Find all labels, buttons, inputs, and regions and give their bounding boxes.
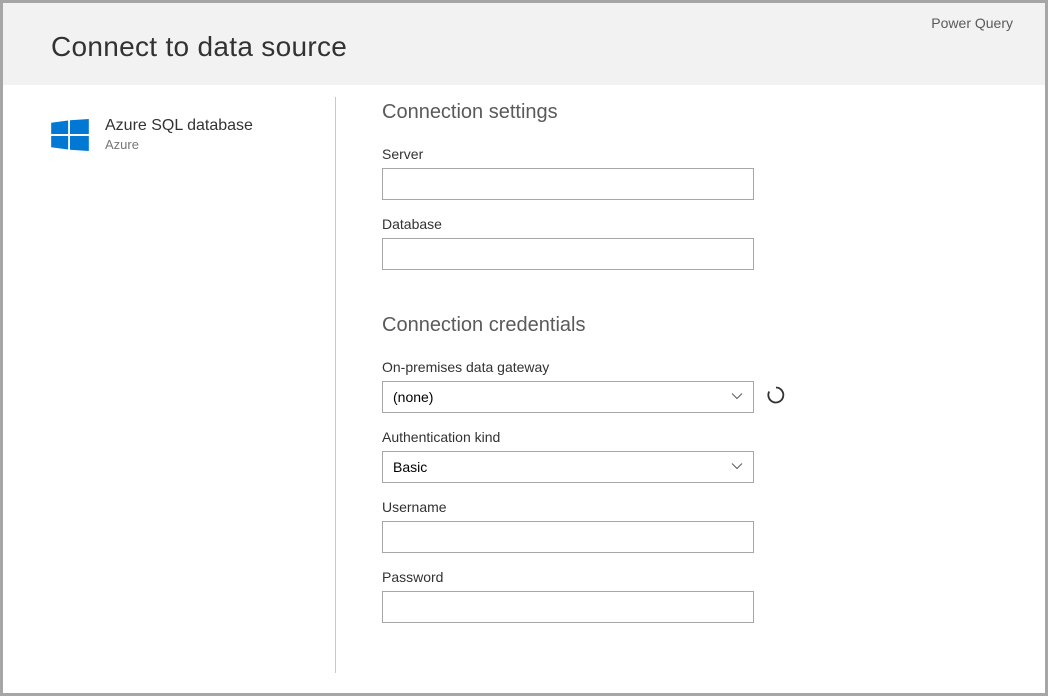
header: Connect to data source Power Query xyxy=(3,3,1045,85)
auth-label: Authentication kind xyxy=(382,429,1005,445)
password-input[interactable] xyxy=(382,591,754,623)
server-input[interactable] xyxy=(382,168,754,200)
refresh-icon[interactable] xyxy=(766,385,786,410)
server-label: Server xyxy=(382,146,1005,162)
auth-field: Authentication kind Basic xyxy=(382,429,1005,483)
password-label: Password xyxy=(382,569,1005,585)
source-name: Azure SQL database xyxy=(105,117,253,135)
username-input[interactable] xyxy=(382,521,754,553)
connection-settings-title: Connection settings xyxy=(382,101,1005,124)
password-field: Password xyxy=(382,569,1005,623)
chevron-down-icon xyxy=(731,389,743,405)
auth-value: Basic xyxy=(393,459,427,475)
sidebar: Azure SQL database Azure xyxy=(3,97,336,673)
connection-credentials-title: Connection credentials xyxy=(382,314,1005,337)
source-category: Azure xyxy=(105,137,253,152)
database-field: Database xyxy=(382,216,1005,270)
gateway-dropdown[interactable]: (none) xyxy=(382,381,754,413)
gateway-value: (none) xyxy=(393,389,433,405)
database-input[interactable] xyxy=(382,238,754,270)
content: Azure SQL database Azure Connection sett… xyxy=(3,85,1045,685)
username-label: Username xyxy=(382,499,1005,515)
source-text: Azure SQL database Azure xyxy=(105,117,253,152)
chevron-down-icon xyxy=(731,459,743,475)
gateway-label: On-premises data gateway xyxy=(382,359,1005,375)
connection-credentials-section: Connection credentials On-premises data … xyxy=(382,314,1005,623)
windows-icon xyxy=(51,119,89,151)
auth-dropdown[interactable]: Basic xyxy=(382,451,754,483)
username-field: Username xyxy=(382,499,1005,553)
source-item[interactable]: Azure SQL database Azure xyxy=(51,117,311,152)
app-label: Power Query xyxy=(931,15,1013,31)
main: Connection settings Server Database Conn… xyxy=(336,85,1045,685)
server-field: Server xyxy=(382,146,1005,200)
database-label: Database xyxy=(382,216,1005,232)
connection-settings-section: Connection settings Server Database xyxy=(382,101,1005,270)
page-title: Connect to data source xyxy=(51,31,997,63)
gateway-field: On-premises data gateway (none) xyxy=(382,359,1005,413)
